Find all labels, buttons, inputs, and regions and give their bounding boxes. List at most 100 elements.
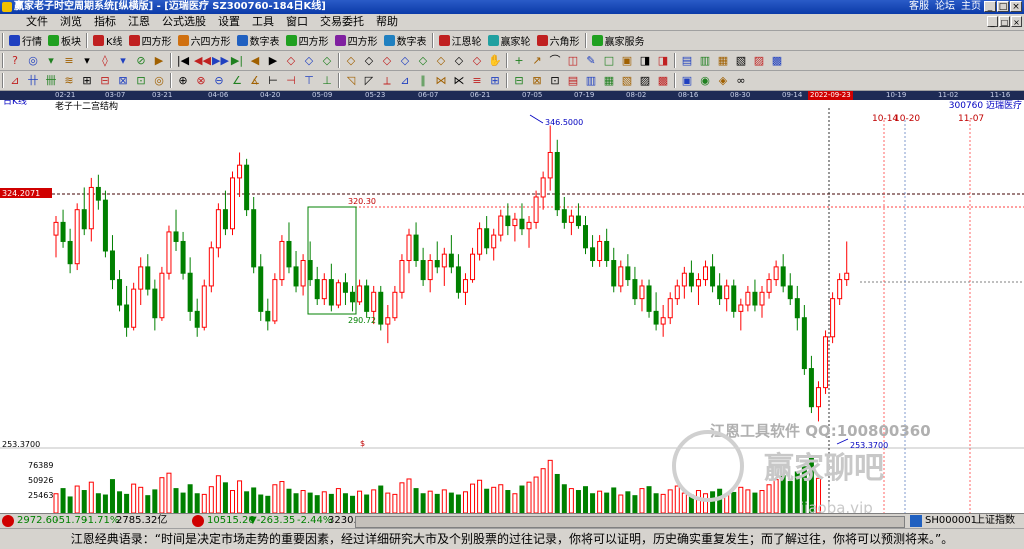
- nav-icon-41[interactable]: ▩: [770, 54, 784, 68]
- toolbar-button-8[interactable]: 数字表: [381, 32, 430, 49]
- nav-icon-6[interactable]: ▾: [116, 54, 130, 68]
- nav-icon-32[interactable]: □: [602, 54, 616, 68]
- draw-icon-17[interactable]: ⊥: [320, 74, 334, 88]
- menu-item-0[interactable]: 文件: [20, 14, 54, 30]
- draw-icon-11[interactable]: ⊖: [212, 74, 226, 88]
- draw-icon-24[interactable]: ⋉: [452, 74, 466, 88]
- draw-icon-10[interactable]: ⊗: [194, 74, 208, 88]
- draw-icon-22[interactable]: ∥: [416, 74, 430, 88]
- nav-icon-27[interactable]: +: [512, 54, 526, 68]
- toolbar-button-4[interactable]: 六四方形: [175, 32, 234, 49]
- nav-icon-35[interactable]: ◨: [656, 54, 670, 68]
- toolbar-button-0[interactable]: 行情: [6, 32, 45, 49]
- nav-icon-23[interactable]: ◇: [434, 54, 448, 68]
- draw-icon-28[interactable]: ⊠: [530, 74, 544, 88]
- link-service[interactable]: 客服: [909, 0, 929, 14]
- draw-icon-3[interactable]: ≋: [62, 74, 76, 88]
- nav-icon-37[interactable]: ▥: [698, 54, 712, 68]
- menu-item-9[interactable]: 帮助: [370, 14, 404, 30]
- mdi-minimize-button[interactable]: _: [987, 16, 998, 27]
- link-home[interactable]: 主页: [961, 0, 981, 14]
- menu-item-6[interactable]: 工具: [246, 14, 280, 30]
- nav-icon-26[interactable]: ✋: [488, 54, 502, 68]
- nav-icon-28[interactable]: ↗: [530, 54, 544, 68]
- horizontal-scrollbar[interactable]: [355, 516, 905, 528]
- draw-icon-31[interactable]: ▥: [584, 74, 598, 88]
- nav-icon-7[interactable]: ⊘: [134, 54, 148, 68]
- nav-icon-13[interactable]: ◀: [248, 54, 262, 68]
- menu-item-3[interactable]: 江恩: [122, 14, 156, 30]
- toolbar-button-3[interactable]: 四方形: [126, 32, 175, 49]
- draw-icon-27[interactable]: ⊟: [512, 74, 526, 88]
- toolbar-button-7[interactable]: 四方形: [332, 32, 381, 49]
- draw-icon-26[interactable]: ⊞: [488, 74, 502, 88]
- draw-icon-13[interactable]: ∡: [248, 74, 262, 88]
- nav-icon-15[interactable]: ◇: [284, 54, 298, 68]
- nav-icon-18[interactable]: ◇: [344, 54, 358, 68]
- draw-icon-38[interactable]: ◈: [716, 74, 730, 88]
- toolbar-button-5[interactable]: 数字表: [234, 32, 283, 49]
- nav-icon-19[interactable]: ◇: [362, 54, 376, 68]
- sz-index-icon[interactable]: [192, 515, 204, 527]
- kline-chart[interactable]: 日K线 老子十二宫结构 300760 迈瑞医疗 324.2071 253.3700 346…: [0, 100, 1024, 513]
- mdi-close-button[interactable]: ×: [1011, 16, 1022, 27]
- nav-icon-14[interactable]: ▶: [266, 54, 280, 68]
- draw-icon-37[interactable]: ◉: [698, 74, 712, 88]
- close-button[interactable]: ×: [1010, 1, 1022, 12]
- nav-icon-4[interactable]: ▾: [80, 54, 94, 68]
- draw-icon-39[interactable]: ∞: [734, 74, 748, 88]
- nav-icon-10[interactable]: ◀◀: [194, 54, 211, 68]
- nav-icon-30[interactable]: ◫: [566, 54, 580, 68]
- draw-icon-9[interactable]: ⊕: [176, 74, 190, 88]
- menu-item-4[interactable]: 公式选股: [156, 14, 212, 30]
- nav-icon-21[interactable]: ◇: [398, 54, 412, 68]
- nav-icon-0[interactable]: ?: [8, 54, 22, 68]
- nav-icon-9[interactable]: |◀: [176, 54, 190, 68]
- nav-icon-8[interactable]: ▶: [152, 54, 166, 68]
- nav-icon-33[interactable]: ▣: [620, 54, 634, 68]
- nav-icon-36[interactable]: ▤: [680, 54, 694, 68]
- draw-icon-0[interactable]: ⊿: [8, 74, 22, 88]
- draw-icon-2[interactable]: 卌: [44, 74, 58, 88]
- draw-icon-29[interactable]: ⊡: [548, 74, 562, 88]
- draw-icon-14[interactable]: ⊢: [266, 74, 280, 88]
- minimize-button[interactable]: _: [984, 1, 996, 12]
- menu-item-7[interactable]: 窗口: [280, 14, 314, 30]
- nav-icon-20[interactable]: ◇: [380, 54, 394, 68]
- toolbar-button-11[interactable]: 六角形: [534, 32, 583, 49]
- link-forum[interactable]: 论坛: [935, 0, 955, 14]
- draw-icon-1[interactable]: 卄: [26, 74, 40, 88]
- draw-icon-19[interactable]: ◸: [362, 74, 376, 88]
- draw-icon-34[interactable]: ▨: [638, 74, 652, 88]
- nav-icon-11[interactable]: ▶▶: [212, 54, 229, 68]
- draw-icon-30[interactable]: ▤: [566, 74, 580, 88]
- toolbar-button-9[interactable]: 江恩轮: [436, 32, 485, 49]
- draw-icon-16[interactable]: ⊤: [302, 74, 316, 88]
- toolbar-button-12[interactable]: 赢家服务: [589, 32, 648, 49]
- menu-item-1[interactable]: 浏览: [54, 14, 88, 30]
- draw-icon-15[interactable]: ⊣: [284, 74, 298, 88]
- draw-icon-8[interactable]: ◎: [152, 74, 166, 88]
- menu-item-5[interactable]: 设置: [212, 14, 246, 30]
- draw-icon-18[interactable]: ◹: [344, 74, 358, 88]
- maximize-button[interactable]: □: [997, 1, 1009, 12]
- draw-icon-5[interactable]: ⊟: [98, 74, 112, 88]
- toolbar-button-10[interactable]: 赢家轮: [485, 32, 534, 49]
- nav-icon-25[interactable]: ◇: [470, 54, 484, 68]
- draw-icon-35[interactable]: ▩: [656, 74, 670, 88]
- nav-icon-1[interactable]: ◎: [26, 54, 40, 68]
- nav-icon-40[interactable]: ▨: [752, 54, 766, 68]
- nav-icon-29[interactable]: ⌒: [548, 54, 562, 68]
- sh-index-icon[interactable]: [2, 515, 14, 527]
- nav-icon-5[interactable]: ◊: [98, 54, 112, 68]
- draw-icon-4[interactable]: ⊞: [80, 74, 94, 88]
- index-code[interactable]: SH000001: [925, 514, 977, 528]
- draw-icon-12[interactable]: ∠: [230, 74, 244, 88]
- menu-item-2[interactable]: 指标: [88, 14, 122, 30]
- nav-icon-17[interactable]: ◇: [320, 54, 334, 68]
- nav-icon-39[interactable]: ▧: [734, 54, 748, 68]
- toolbar-button-1[interactable]: 板块: [45, 32, 84, 49]
- menu-item-8[interactable]: 交易委托: [314, 14, 370, 30]
- draw-icon-32[interactable]: ▦: [602, 74, 616, 88]
- draw-icon-21[interactable]: ⊿: [398, 74, 412, 88]
